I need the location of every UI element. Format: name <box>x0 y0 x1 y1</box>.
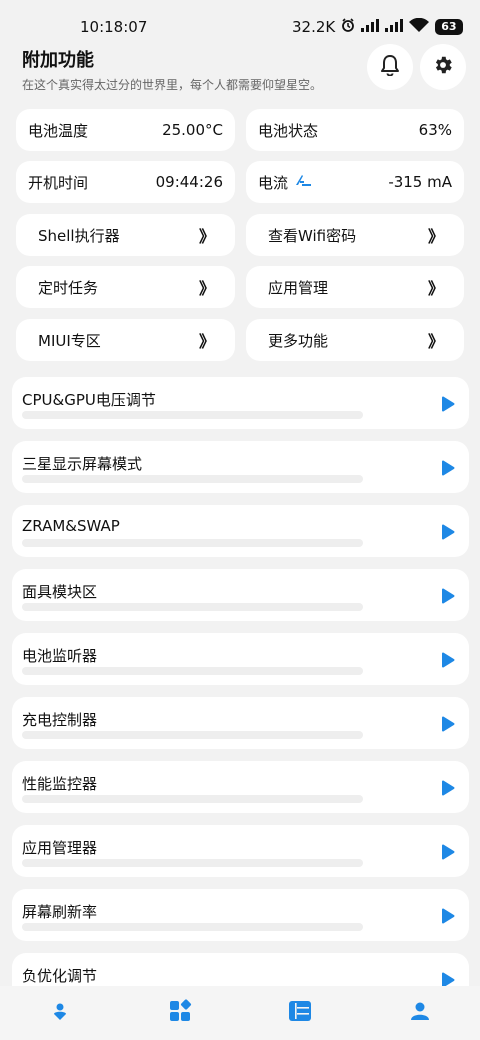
miui-zone-label: MIUI专区 <box>38 331 101 350</box>
feature-placeholder-bar <box>22 923 363 931</box>
more-features-label: 更多功能 <box>268 331 329 350</box>
signal-icon <box>385 18 404 36</box>
play-icon[interactable] <box>441 524 455 544</box>
uptime-card: 开机时间 09:44:26 <box>16 161 235 203</box>
wifi-password-label: 查看Wifi密码 <box>268 226 357 245</box>
chevron-right-icon: 》 <box>198 332 215 351</box>
nav-widgets-button[interactable] <box>167 999 193 1027</box>
battery-temp-label: 电池温度 <box>28 121 89 140</box>
profile-icon <box>410 1001 430 1025</box>
feature-item[interactable]: 面具模块区 <box>12 569 469 621</box>
app-management-label: 应用管理 <box>268 278 329 297</box>
play-icon[interactable] <box>441 460 455 480</box>
miui-zone-button[interactable]: MIUI专区 》 <box>16 319 235 361</box>
person-pin-icon <box>50 1001 70 1025</box>
feature-placeholder-bar <box>22 667 363 675</box>
battery-temp-value: 25.00°C <box>162 121 223 139</box>
nav-list-button[interactable] <box>287 1000 313 1026</box>
current-label: 电流 <box>258 173 289 192</box>
play-icon[interactable] <box>441 588 455 608</box>
feature-item[interactable]: 电池监听器 <box>12 633 469 685</box>
uptime-value: 09:44:26 <box>155 173 223 191</box>
current-label-group: 电流 <box>258 172 312 193</box>
battery-icon: 63 <box>435 19 463 35</box>
nav-profile-button[interactable] <box>407 1000 433 1026</box>
chevron-right-icon: 》 <box>427 332 444 351</box>
feature-placeholder-bar <box>22 859 363 867</box>
chevron-right-icon: 》 <box>427 279 444 298</box>
bottom-navigation <box>0 986 480 1040</box>
play-icon[interactable] <box>441 780 455 800</box>
feature-placeholder-bar <box>22 539 363 547</box>
wifi-icon <box>409 17 430 36</box>
chevron-right-icon: 》 <box>427 227 444 246</box>
play-icon[interactable] <box>441 844 455 864</box>
status-bar: 10:18:07 32.2K 63 <box>0 0 480 52</box>
page-subtitle: 在这个真实得太过分的世界里，每个人都需要仰望星空。 <box>22 78 323 92</box>
signal-icon <box>361 18 380 36</box>
bell-icon <box>380 54 400 80</box>
scheduled-tasks-label: 定时任务 <box>38 278 99 297</box>
feature-title: 电池监听器 <box>22 647 98 665</box>
page-title: 附加功能 <box>22 50 94 71</box>
feature-title: CPU&GPU电压调节 <box>22 391 156 409</box>
feature-item[interactable]: 充电控制器 <box>12 697 469 749</box>
feature-placeholder-bar <box>22 411 363 419</box>
feature-title: 负优化调节 <box>22 967 98 985</box>
app-management-button[interactable]: 应用管理 》 <box>246 266 464 308</box>
page-header: 附加功能 在这个真实得太过分的世界里，每个人都需要仰望星空。 <box>22 46 322 93</box>
feature-title: 三星显示屏幕模式 <box>22 455 143 473</box>
battery-status-card: 电池状态 63% <box>246 109 464 151</box>
status-time: 10:18:07 <box>80 18 148 36</box>
feature-title: 性能监控器 <box>22 775 98 793</box>
feature-item[interactable]: 三星显示屏幕模式 <box>12 441 469 493</box>
feature-item[interactable]: 屏幕刷新率 <box>12 889 469 941</box>
feature-title: 应用管理器 <box>22 839 98 857</box>
feature-title: ZRAM&SWAP <box>22 517 120 535</box>
settings-button[interactable] <box>420 44 466 90</box>
play-icon[interactable] <box>441 396 455 416</box>
current-card: 电流 -315 mA <box>246 161 464 203</box>
feature-item[interactable]: 性能监控器 <box>12 761 469 813</box>
more-features-button[interactable]: 更多功能 》 <box>246 319 464 361</box>
feature-item[interactable]: ZRAM&SWAP <box>12 505 469 557</box>
charging-trend-icon <box>294 173 312 191</box>
net-speed: 32.2K <box>292 18 336 36</box>
battery-temp-card: 电池温度 25.00°C <box>16 109 235 151</box>
chevron-right-icon: 》 <box>198 227 215 246</box>
battery-status-label: 电池状态 <box>258 121 319 140</box>
feature-title: 充电控制器 <box>22 711 98 729</box>
alarm-icon <box>341 18 355 36</box>
feature-placeholder-bar <box>22 603 363 611</box>
feature-title: 面具模块区 <box>22 583 98 601</box>
current-value: -315 mA <box>388 173 452 191</box>
shell-executor-label: Shell执行器 <box>38 226 120 245</box>
feature-title: 屏幕刷新率 <box>22 903 98 921</box>
wifi-password-button[interactable]: 查看Wifi密码 》 <box>246 214 464 256</box>
feature-placeholder-bar <box>22 795 363 803</box>
nav-home-button[interactable] <box>47 1000 73 1026</box>
feature-placeholder-bar <box>22 731 363 739</box>
feature-item[interactable]: 应用管理器 <box>12 825 469 877</box>
gear-icon <box>432 54 454 80</box>
battery-status-value: 63% <box>418 121 452 139</box>
feature-item[interactable]: CPU&GPU电压调节 <box>12 377 469 429</box>
feature-placeholder-bar <box>22 475 363 483</box>
play-icon[interactable] <box>441 908 455 928</box>
play-icon[interactable] <box>441 652 455 672</box>
shell-executor-button[interactable]: Shell执行器 》 <box>16 214 235 256</box>
chevron-right-icon: 》 <box>198 279 215 298</box>
widgets-icon <box>168 999 192 1027</box>
scheduled-tasks-button[interactable]: 定时任务 》 <box>16 266 235 308</box>
notification-button[interactable] <box>367 44 413 90</box>
status-icons: 32.2K 63 <box>292 17 463 36</box>
play-icon[interactable] <box>441 716 455 736</box>
list-icon <box>288 1000 312 1026</box>
uptime-label: 开机时间 <box>28 173 89 192</box>
